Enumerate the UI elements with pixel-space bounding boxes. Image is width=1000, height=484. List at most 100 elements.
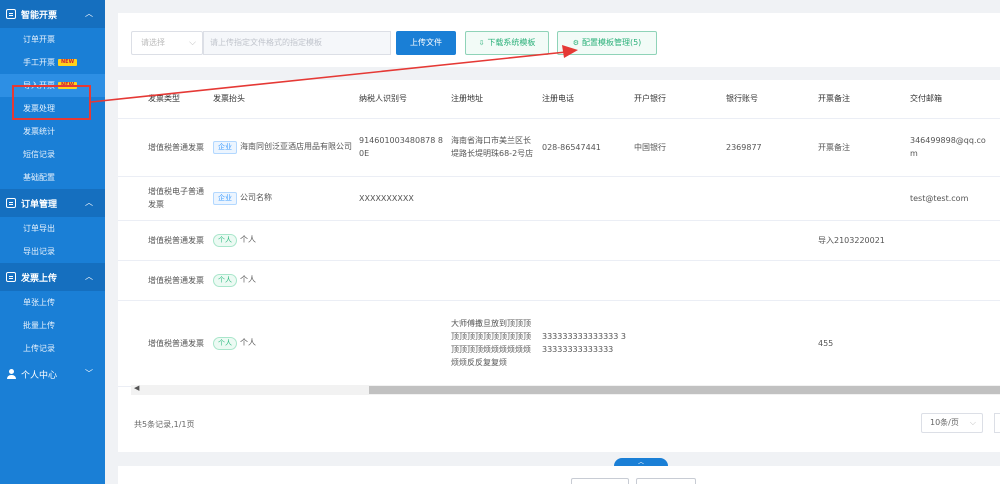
sidebar-item[interactable]: 手工开票 NEW — [0, 51, 105, 74]
cell-phone — [540, 260, 632, 301]
sidebar-item-label: 手工开票 — [23, 58, 55, 67]
cell-phone — [540, 176, 632, 221]
user-icon — [6, 369, 16, 379]
sidebar-item[interactable]: 批量上传 — [0, 314, 105, 337]
title-type-tag: 企业 — [213, 141, 237, 154]
cell-address — [449, 260, 540, 301]
cell-email — [908, 260, 1000, 301]
invoice-icon — [6, 272, 16, 282]
template-select[interactable]: 请选择 ⌵ — [131, 31, 203, 55]
column-header: 注册电话 — [540, 80, 632, 119]
cell-invoice-type: 增值税普通发票 — [118, 300, 211, 387]
cell-address — [449, 176, 540, 221]
horizontal-scrollbar[interactable]: ◀ — [131, 384, 1000, 395]
sidebar-group[interactable]: 智能开票 ︿ — [0, 0, 105, 28]
file-input[interactable]: 请上传指定文件格式的指定模板 — [203, 31, 391, 55]
invoice-table: 发票类型 发票抬头 纳税人识别号 注册地址 注册电话 开户银行 银行账号 开票备注 交付邮箱 增… — [118, 80, 1000, 387]
cell-phone: 028-86547441 — [540, 118, 632, 177]
cell-account — [724, 300, 816, 387]
cell-account — [724, 176, 816, 221]
cell-tax-id: 914601003480878 80E — [357, 118, 449, 177]
cell-email — [908, 300, 1000, 387]
cell-invoice-title: 个人 个人 — [211, 220, 357, 261]
cell-bank — [632, 176, 724, 221]
config-template-button[interactable]: ⚙ 配置模板管理(5) — [557, 31, 657, 55]
column-header: 银行账号 — [724, 80, 816, 119]
bottom-button[interactable] — [636, 478, 696, 484]
page-size-value: 10条/页 — [930, 418, 959, 427]
column-header: 开票备注 — [816, 80, 908, 119]
column-header: 注册地址 — [449, 80, 540, 119]
cell-bank — [632, 300, 724, 387]
sidebar-item-label: 订单导出 — [23, 224, 55, 233]
cell-account: 2369877 — [724, 118, 816, 177]
sidebar-item-label: 单张上传 — [23, 298, 55, 307]
sidebar-group-label: 订单管理 — [21, 199, 58, 210]
cell-remark: 开票备注 — [816, 118, 908, 177]
sidebar-group-label: 个人中心 — [21, 370, 58, 381]
table-row[interactable]: 增值税电子普通发票 企业 公司名称 XXXXXXXXXX test@test.co… — [118, 176, 1000, 221]
download-template-button[interactable]: ⇩ 下载系统模板 — [465, 31, 549, 55]
title-text: 个人 — [240, 275, 256, 284]
title-text: 公司名称 — [240, 193, 272, 202]
sidebar-item[interactable]: 订单开票 — [0, 28, 105, 51]
sidebar-item[interactable]: 短信记录 — [0, 143, 105, 166]
sidebar-item[interactable]: 基础配置 — [0, 166, 105, 189]
table-row[interactable]: 增值税普通发票 个人 个人 大师傅撒旦放到顶顶顶顶顶顶顶顶顶顶顶顶顶顶顶顶顶烦烦烦… — [118, 300, 1000, 387]
invoice-icon — [6, 198, 16, 208]
page-jump-input[interactable] — [994, 413, 1000, 433]
column-header: 开户银行 — [632, 80, 724, 119]
cell-bank — [632, 220, 724, 261]
import-toolbar: 请选择 ⌵ 请上传指定文件格式的指定模板 上传文件 ⇩ 下载系统模板 ⚙ 配置模板管… — [118, 13, 1000, 67]
cell-invoice-title: 企业 公司名称 — [211, 176, 357, 221]
cell-invoice-title: 企业 海南同创泛亚酒店用品有限公司 — [211, 118, 357, 177]
sidebar-item[interactable]: 订单导出 — [0, 217, 105, 240]
sidebar-group-label: 智能开票 — [21, 10, 58, 21]
annotation-highlight-box — [12, 85, 91, 120]
invoice-icon — [6, 9, 16, 19]
config-template-label: 配置模板管理(5) — [581, 38, 642, 47]
column-header: 纳税人识别号 — [357, 80, 449, 119]
chevron-up-icon: ︿ — [85, 9, 93, 18]
sidebar-item[interactable]: 单张上传 — [0, 291, 105, 314]
cell-remark: 455 — [816, 300, 908, 387]
sidebar-item[interactable]: 导出记录 — [0, 240, 105, 263]
table-row[interactable]: 增值税普通发票 个人 个人 导入2103220021 — [118, 220, 1000, 261]
cell-address — [449, 220, 540, 261]
bottom-panel — [118, 466, 1000, 484]
upload-file-button[interactable]: 上传文件 — [396, 31, 456, 55]
chevron-up-icon: ︿ — [637, 459, 644, 466]
invoice-table-panel: 发票类型 发票抬头 纳税人识别号 注册地址 注册电话 开户银行 银行账号 开票备注 交付邮箱 增… — [118, 80, 1000, 452]
sidebar-group-personal[interactable]: 个人中心 ﹀ — [0, 360, 105, 388]
sidebar-item-label: 批量上传 — [23, 321, 55, 330]
gear-icon: ⚙ — [572, 39, 579, 47]
chevron-down-icon: ﹀ — [85, 369, 93, 378]
sidebar-item-label: 导出记录 — [23, 247, 55, 256]
chevron-up-icon: ︿ — [85, 272, 93, 281]
sidebar-item-label: 上传记录 — [23, 344, 55, 353]
table-row[interactable]: 增值税普通发票 个人 个人 — [118, 260, 1000, 301]
collapse-toggle[interactable]: ︿ — [614, 458, 668, 466]
table-row[interactable]: 增值税普通发票 企业 海南同创泛亚酒店用品有限公司 914601003480878… — [118, 118, 1000, 177]
page-size-select[interactable]: 10条/页 ⌵ — [921, 413, 983, 433]
bottom-button[interactable] — [571, 478, 629, 484]
cell-invoice-type: 增值税普通发票 — [118, 118, 211, 177]
cell-invoice-title: 个人 个人 — [211, 260, 357, 301]
cell-remark — [816, 176, 908, 221]
sidebar-item-label: 基础配置 — [23, 173, 55, 182]
title-type-tag: 个人 — [213, 274, 237, 287]
scrollbar-thumb[interactable] — [369, 386, 1000, 394]
title-type-tag: 个人 — [213, 337, 237, 350]
cell-invoice-type: 增值税电子普通发票 — [118, 176, 211, 221]
sidebar-item[interactable]: 上传记录 — [0, 337, 105, 360]
cell-email — [908, 220, 1000, 261]
cell-tax-id — [357, 300, 449, 387]
cell-account — [724, 260, 816, 301]
sidebar-group[interactable]: 订单管理 ︿ — [0, 189, 105, 217]
cell-phone: 333333333333333 333333333333333 — [540, 300, 632, 387]
cell-remark: 导入2103220021 — [816, 220, 908, 261]
download-icon: ⇩ — [478, 39, 485, 47]
scroll-left-arrow-icon[interactable]: ◀ — [134, 384, 139, 392]
sidebar-group[interactable]: 发票上传 ︿ — [0, 263, 105, 291]
sidebar-item[interactable]: 发票统计 — [0, 120, 105, 143]
